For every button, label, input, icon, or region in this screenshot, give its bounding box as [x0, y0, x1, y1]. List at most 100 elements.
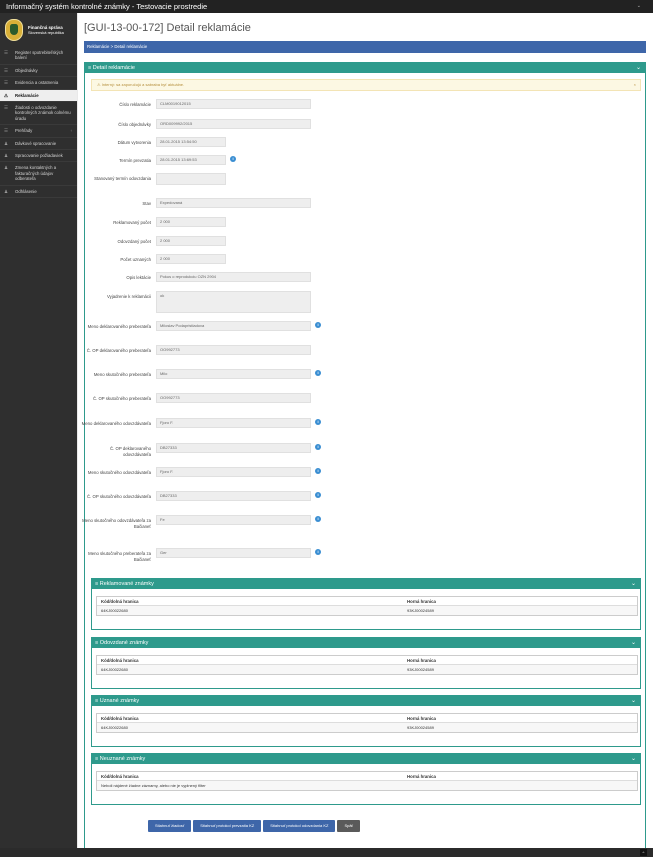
- form-row: Č. OP deklarovaného odovzdávateľa DB27333…: [85, 443, 385, 463]
- sidebar-item-label: Žiadosti o odvozdanie kontrolných známok…: [15, 105, 71, 121]
- list-icon: ☰: [4, 67, 9, 73]
- cell-upper: 93KJ00024589: [407, 608, 434, 613]
- info-icon[interactable]: i: [315, 492, 321, 498]
- chevron-left-icon: ‹: [70, 128, 72, 134]
- form-row: Meno skutočného odovzdávateľa za Bačiane…: [82, 515, 385, 535]
- info-icon[interactable]: i: [315, 322, 321, 328]
- emblem-icon: [5, 19, 23, 41]
- info-icon[interactable]: i: [230, 156, 236, 162]
- neuznane-header[interactable]: ≡ Neuznané známky ⌄: [92, 754, 640, 764]
- info-icon[interactable]: i: [315, 370, 321, 376]
- field-label: Odovzdaný počet: [117, 239, 151, 244]
- sidebar-item[interactable]: ♟ Spracovanie požiadaviek: [0, 150, 77, 163]
- info-icon[interactable]: i: [315, 549, 321, 555]
- table-header: Kód/dolná hranica Horná hranica: [97, 597, 637, 606]
- field-label: Č. OP skutočného odovzdávateľa: [87, 494, 151, 499]
- info-icon[interactable]: i: [315, 419, 321, 425]
- sidebar-item-label: Zmena kontaktných a fakturačných údajov …: [15, 165, 57, 182]
- sidebar-item[interactable]: ♟ Zmena kontaktných a fakturačných údajov…: [0, 162, 77, 186]
- sidebar-item[interactable]: ♟ Dávkové spracovanie: [0, 138, 77, 151]
- field-value: Pokus o reprodukciu OZN 2904: [156, 272, 311, 282]
- logo-title: Finančná správa: [28, 24, 63, 30]
- sidebar-item-label: Prehľady: [15, 128, 33, 134]
- list-icon: ☰: [4, 80, 9, 86]
- sidebar-item[interactable]: ☰ Prehľady ‹: [0, 125, 77, 138]
- table-header: Kód/dolná hranica Horná hranica: [97, 714, 637, 723]
- form-row: Stanovaný termín odovzdania: [85, 173, 385, 193]
- main-content: [GUI-13-00-172] Detail reklamácie Reklam…: [78, 13, 653, 857]
- chevron-down-icon[interactable]: ⌄: [631, 696, 636, 706]
- sidebar-item-label: Reklamácie: [15, 92, 39, 98]
- download-handover-protocol-button[interactable]: Stiahnuť protokol odovzdania KZ: [263, 820, 336, 832]
- form-row: Reklamovaný počet 2 000: [85, 217, 385, 237]
- info-icon[interactable]: i: [315, 516, 321, 522]
- field-label: Opis lektácie: [126, 275, 151, 280]
- back-button[interactable]: Späť: [337, 820, 361, 832]
- field-value: [156, 173, 226, 185]
- field-label: Číslo objednávky: [118, 122, 151, 127]
- field-value: 28.01.2015 13:54:50: [156, 137, 226, 147]
- sidebar-item[interactable]: ☰ Objednávky: [0, 65, 77, 78]
- app-title: Informačný systém kontrolné známky - Tes…: [6, 2, 208, 11]
- col-upper: Horná hranica: [407, 716, 436, 721]
- sidebar-item-label: Evidencia a ostatnenia: [15, 80, 59, 86]
- uznane-header[interactable]: ≡ Uznané známky ⌄: [92, 696, 640, 706]
- reklamovane-header[interactable]: ≡ Reklamované známky ⌄: [92, 579, 640, 589]
- chevron-down-icon[interactable]: ⌄: [631, 638, 636, 648]
- chevron-down-icon[interactable]: ⌄: [637, 0, 641, 13]
- detail-panel: ≡ Detail reklamácie ⌄ ⚠ Interný: sa zapo…: [81, 62, 646, 850]
- field-value: Ger: [156, 548, 311, 558]
- field-label: Č. OP deklarovaného preberateľa: [86, 348, 151, 353]
- field-label: Dátum vytvorenia: [117, 140, 151, 145]
- sidebar-item[interactable]: ☰ Register spotrebiteľských balení: [0, 47, 77, 65]
- field-label: Stav: [142, 201, 151, 206]
- download-request-button[interactable]: Stiahnuť žiadosť: [148, 820, 192, 832]
- reklamovane-title: ≡ Reklamované známky: [95, 581, 154, 587]
- download-takeover-protocol-button[interactable]: Stiahnuť protokol prevzatia KZ: [193, 820, 262, 832]
- field-value: Expedovaná: [156, 198, 311, 208]
- field-label: Meno skutočného odovzdávateľa: [87, 470, 151, 475]
- col-upper: Horná hranica: [407, 774, 436, 779]
- form-row: Meno skutočného preberateľa za Bačianeť G…: [85, 548, 385, 568]
- field-label: Č. OP skutočného preberateľa: [92, 396, 151, 401]
- form-row: Odovzdaný počet 2 000: [85, 236, 385, 256]
- sidebar-item[interactable]: ☰ Žiadosti o odvozdanie kontrolných známo…: [0, 102, 77, 126]
- sidebar-item[interactable]: ☰ Evidencia a ostatnenia: [0, 77, 77, 90]
- logo[interactable]: Finančná správa Slovenská republika: [0, 13, 77, 47]
- col-code: Kód/dolná hranica: [101, 716, 139, 721]
- info-icon[interactable]: i: [315, 444, 321, 450]
- field-value: ok: [156, 291, 311, 313]
- field-value: OO992773: [156, 393, 311, 403]
- list-icon: ☰: [4, 105, 9, 111]
- field-label: Č. OP deklarovaného odovzdávateľa: [109, 446, 151, 457]
- uznane-title: ≡ Uznané známky: [95, 698, 140, 704]
- sidebar-item[interactable]: ♟ Odhlásenie: [0, 186, 77, 199]
- uznane-table: Kód/dolná hranica Horná hranica 64KJ00022…: [96, 713, 638, 733]
- form-row: Vyjadrenie k reklamácii ok: [85, 291, 385, 313]
- odovzdane-header[interactable]: ≡ Odovzdané známky ⌄: [92, 638, 640, 648]
- chevron-down-icon[interactable]: ⌄: [631, 579, 636, 589]
- empty-message: Neboli nájdené žiadne záznamy, alebo nie…: [101, 783, 206, 788]
- field-label: Termín prevzatia: [119, 158, 151, 163]
- form-row: Stav Expedovaná: [85, 198, 385, 218]
- sidebar-item-label: Objednávky: [15, 67, 38, 73]
- table-row: 64KJ00022680 93KJ00024589: [97, 665, 637, 674]
- odovzdane-panel: ≡ Odovzdané známky ⌄ Kód/dolná hranica Ho…: [91, 637, 641, 689]
- field-label: Stanovaný termín odovzdania: [94, 176, 151, 181]
- scroll-top-icon[interactable]: ^: [640, 849, 647, 856]
- cell-upper: 93KJ00024589: [407, 725, 434, 730]
- field-label: Počet uznaných: [120, 257, 151, 262]
- field-value: OO992773: [156, 345, 311, 355]
- chevron-down-icon[interactable]: ⌄: [631, 754, 636, 764]
- info-icon[interactable]: i: [315, 468, 321, 474]
- sidebar-item[interactable]: ⚠ Reklamácie: [0, 89, 77, 103]
- col-upper: Horná hranica: [407, 599, 436, 604]
- breadcrumb[interactable]: Reklamácie > Detail reklamácie: [84, 41, 646, 53]
- field-label: Meno deklarovaného odovzdávateľa: [81, 421, 151, 426]
- field-label: Meno skutočného preberateľa: [93, 372, 151, 377]
- cell-code: 64KJ00022680: [101, 608, 128, 613]
- app-title-bar: Informačný systém kontrolné známky - Tes…: [0, 0, 653, 13]
- field-value: 2 000: [156, 217, 226, 227]
- sidebar: Finančná správa Slovenská republika ☰ Reg…: [0, 13, 77, 857]
- odovzdane-title: ≡ Odovzdané známky: [95, 640, 149, 646]
